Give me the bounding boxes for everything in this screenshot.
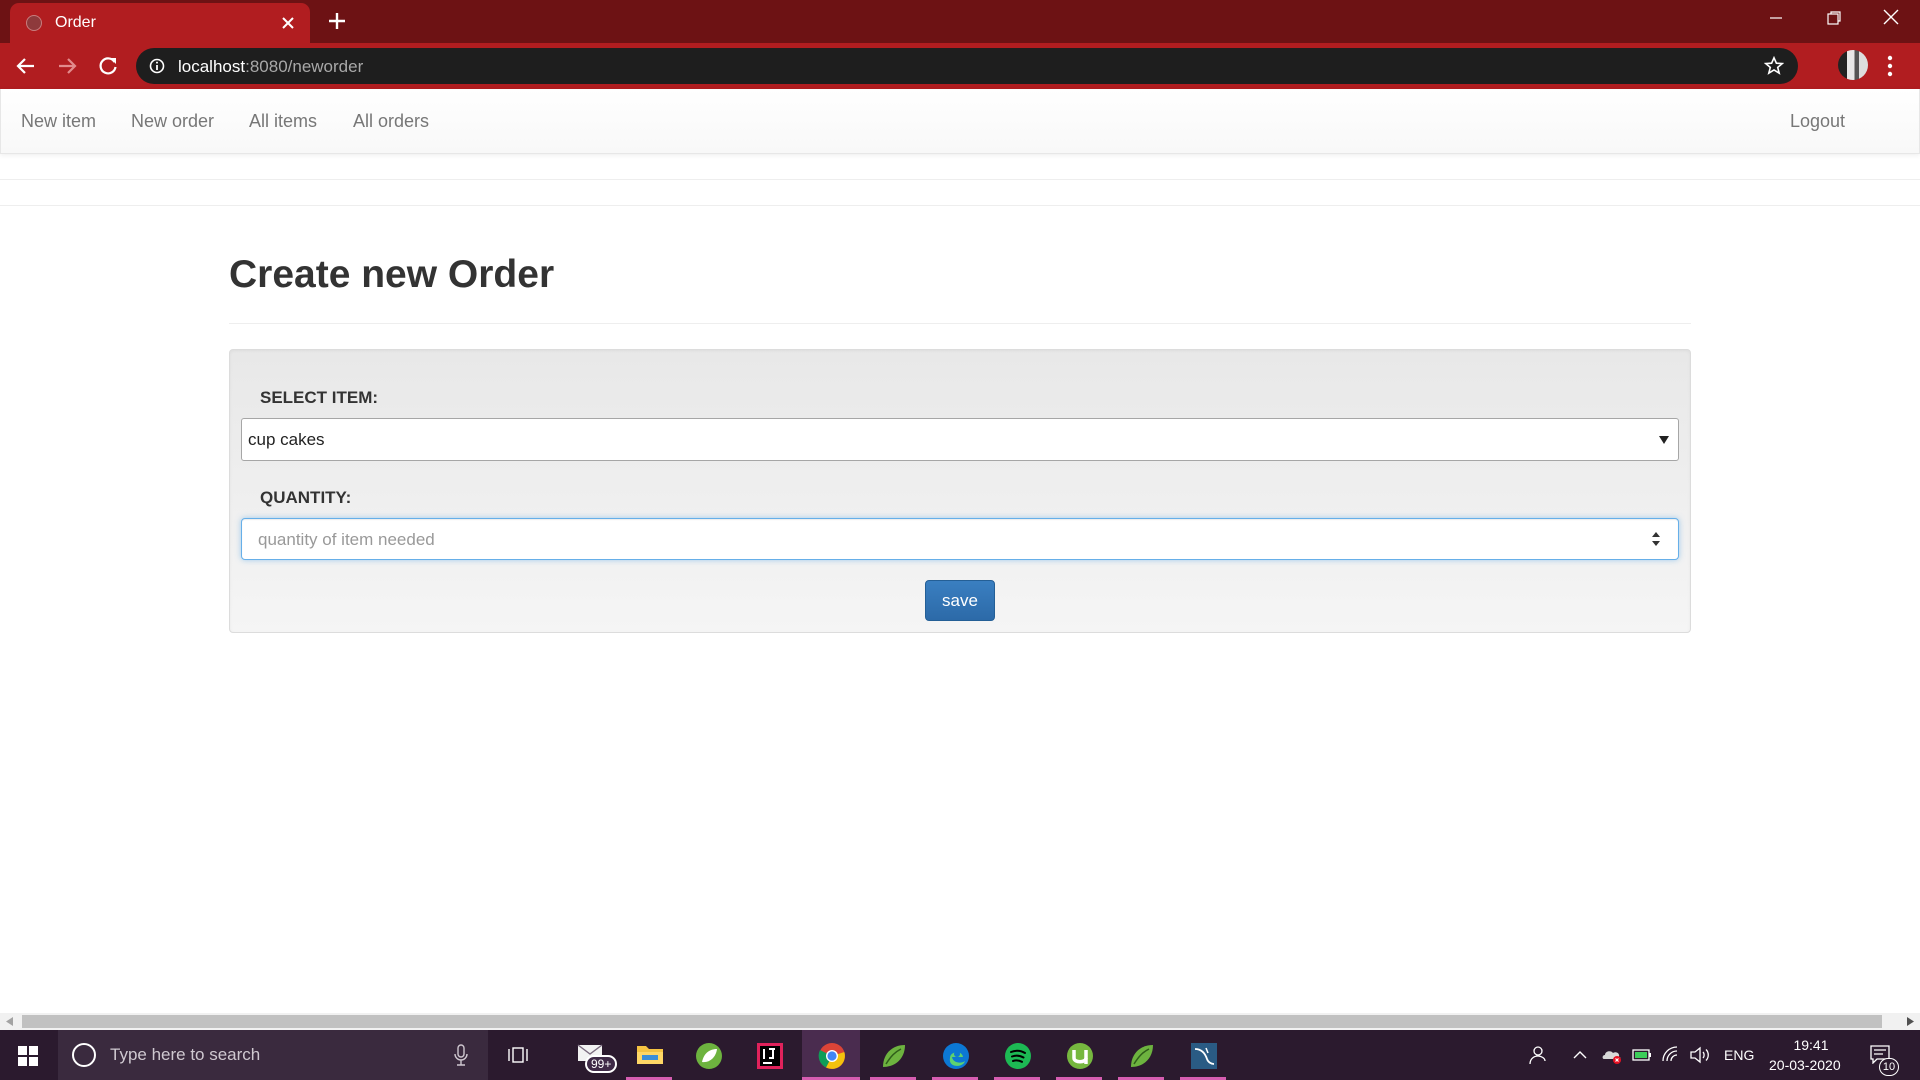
spring-tool-suite-icon[interactable] xyxy=(679,1030,737,1080)
divider xyxy=(0,179,1920,180)
spotify-logo-icon xyxy=(1005,1043,1031,1069)
language-indicator[interactable]: ENG xyxy=(1724,1047,1754,1063)
leaf-icon xyxy=(883,1045,905,1067)
back-arrow-icon[interactable] xyxy=(15,55,37,77)
page-title: Create new Order xyxy=(229,253,555,296)
window-close-icon[interactable] xyxy=(1882,8,1900,26)
intellij-icon xyxy=(757,1043,783,1069)
url-path: :8080/neworder xyxy=(245,57,364,76)
horizontal-scrollbar[interactable] xyxy=(0,1013,1920,1030)
mysql-workbench-icon[interactable] xyxy=(1174,1030,1232,1080)
save-button[interactable]: save xyxy=(925,580,995,621)
select-value: cup cakes xyxy=(248,430,325,449)
select-item-label: SELECT ITEM: xyxy=(260,388,379,407)
divider xyxy=(0,205,1920,206)
globe-icon xyxy=(26,15,42,31)
cortana-icon xyxy=(72,1043,96,1067)
reload-icon[interactable] xyxy=(97,55,119,77)
mail-app-icon[interactable]: 99+ xyxy=(561,1030,619,1080)
chrome-icon[interactable] xyxy=(802,1030,860,1080)
leaf-icon xyxy=(1131,1045,1153,1067)
quantity-input[interactable]: quantity of item needed xyxy=(241,518,1679,560)
spring-tool-suite-3-icon[interactable] xyxy=(1112,1030,1170,1080)
leaf-icon xyxy=(696,1043,722,1069)
kebab-menu-icon[interactable] xyxy=(1887,55,1893,77)
scrollbar-thumb[interactable] xyxy=(22,1015,1882,1028)
app-navbar: New item New order All items All orders … xyxy=(0,89,1920,154)
new-tab-icon[interactable] xyxy=(326,10,348,32)
folder-icon xyxy=(637,1046,663,1064)
browser-tab[interactable]: Order xyxy=(10,3,310,43)
workbench-logo-icon xyxy=(1191,1043,1217,1069)
bookmark-star-icon[interactable] xyxy=(1764,56,1784,76)
battery-icon[interactable] xyxy=(1631,1045,1653,1065)
spinner-arrows-icon[interactable] xyxy=(1651,531,1661,547)
nav-all-items[interactable]: All items xyxy=(249,111,317,132)
scroll-right-arrow-icon[interactable] xyxy=(1906,1017,1914,1026)
clock-date[interactable]: 20-03-2020 xyxy=(1769,1057,1841,1073)
speaker-icon[interactable] xyxy=(1689,1045,1711,1065)
intellij-idea-icon[interactable] xyxy=(740,1030,798,1080)
minimize-icon[interactable] xyxy=(1768,10,1784,26)
restore-icon[interactable] xyxy=(1826,10,1842,26)
task-view-icon[interactable] xyxy=(508,1045,530,1065)
chrome-logo-icon xyxy=(818,1043,845,1069)
quantity-label: QUANTITY: xyxy=(260,488,352,507)
url-host: localhost xyxy=(178,57,246,76)
taskbar-search[interactable]: Type here to search xyxy=(58,1030,488,1080)
forward-arrow-icon[interactable] xyxy=(56,55,78,77)
windows-start-icon[interactable] xyxy=(18,1046,38,1066)
tab-title: Order xyxy=(55,14,96,31)
file-explorer-icon[interactable] xyxy=(620,1030,678,1080)
windows-taskbar: Type here to search 99+ ENG 19:41 20-03-… xyxy=(0,1030,1920,1080)
dropdown-arrow-icon xyxy=(1659,436,1669,444)
nav-new-order[interactable]: New order xyxy=(131,111,214,132)
scroll-left-arrow-icon[interactable] xyxy=(6,1017,14,1026)
nav-all-orders[interactable]: All orders xyxy=(353,111,429,132)
info-icon[interactable] xyxy=(149,58,165,74)
item-select[interactable]: cup cakes xyxy=(241,418,1679,461)
microphone-icon[interactable] xyxy=(454,1044,468,1066)
title-divider xyxy=(229,323,1691,324)
nav-new-item[interactable]: New item xyxy=(21,111,96,132)
spring-tool-suite-2-icon[interactable] xyxy=(864,1030,922,1080)
edge-logo-icon xyxy=(943,1043,969,1069)
profile-avatar[interactable] xyxy=(1838,50,1868,80)
utorrent-icon[interactable] xyxy=(1050,1030,1108,1080)
utorrent-logo-icon xyxy=(1067,1043,1093,1069)
browser-toolbar: localhost:8080/neworder xyxy=(0,43,1920,89)
nav-logout[interactable]: Logout xyxy=(1790,111,1845,132)
address-bar[interactable]: localhost:8080/neworder xyxy=(136,48,1798,84)
mail-badge: 99+ xyxy=(585,1055,618,1073)
wifi-icon[interactable] xyxy=(1661,1045,1681,1065)
search-placeholder: Type here to search xyxy=(110,1045,261,1064)
close-tab-icon[interactable] xyxy=(280,15,296,31)
notification-count: 10 xyxy=(1879,1058,1899,1076)
url-text: localhost:8080/neworder xyxy=(178,57,363,77)
chevron-up-icon[interactable] xyxy=(1572,1045,1588,1065)
browser-titlebar: Order xyxy=(0,0,1920,43)
onedrive-error-icon[interactable] xyxy=(1601,1045,1623,1065)
people-icon[interactable] xyxy=(1527,1045,1547,1065)
edge-icon[interactable] xyxy=(926,1030,984,1080)
quantity-placeholder: quantity of item needed xyxy=(258,530,435,549)
spotify-icon[interactable] xyxy=(988,1030,1046,1080)
clock-time[interactable]: 19:41 xyxy=(1790,1037,1832,1053)
